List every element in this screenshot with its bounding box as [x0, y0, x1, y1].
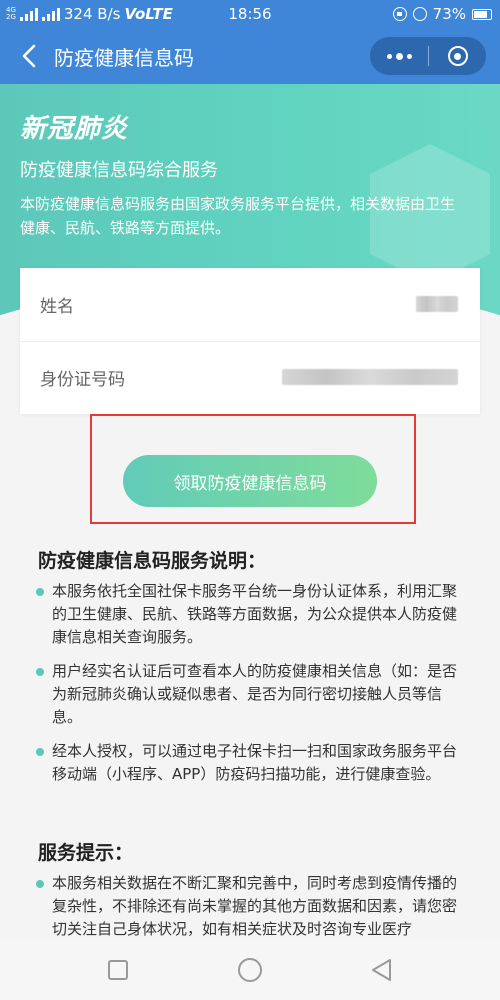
alarm-icon [412, 7, 427, 21]
target-dot [454, 52, 461, 60]
target-circle-icon [447, 46, 468, 66]
page-title: 防疫健康信息码 [54, 46, 194, 70]
list-item-text: 本服务依托全国社保卡服务平台统一身份认证体系，利用汇聚的卫生健康、民航、铁路等方… [52, 582, 458, 646]
nav-bar: 防疫健康信息码 [0, 28, 500, 84]
square-icon [108, 960, 128, 980]
id-number-field[interactable]: 身份证号码 [20, 341, 480, 414]
more-dots-icon-mid [395, 52, 403, 60]
list-item: 用户经实名认证后可查看本人的防疫健康相关信息（如：是否为新冠肺炎确认或疑似患者、… [36, 660, 466, 732]
name-label: 姓名 [40, 297, 74, 317]
hero-title: 新冠肺炎 [20, 114, 129, 144]
status-right: 73% [392, 5, 492, 23]
get-health-code-button[interactable]: 领取防疫健康信息码 [123, 455, 377, 507]
hero-description: 本防疫健康信息码服务由国家政务服务平台提供，相关数据由卫生健康、民航、铁路等方面… [20, 195, 456, 237]
more-dots-icon [386, 53, 392, 59]
identity-card: 姓名 身份证号码 [20, 268, 480, 414]
name-field[interactable]: 姓名 [20, 268, 480, 342]
list-item: 经本人授权，可以通过电子社保卡扫一扫和国家政务服务平台移动端（小程序、APP）防… [36, 740, 466, 812]
bullet-dot-icon [36, 880, 44, 888]
home-button[interactable] [236, 956, 264, 984]
system-back-button[interactable] [368, 956, 396, 984]
chevron-left-icon [22, 44, 36, 68]
bullet-dot-icon [36, 668, 44, 676]
system-nav-bar [0, 940, 500, 1000]
hero-subtitle: 防疫健康信息码综合服务 [20, 160, 218, 181]
list-item-text: 经本人授权，可以通过电子社保卡扫一扫和国家政务服务平台移动端（小程序、APP）防… [52, 742, 458, 783]
close-mini-program-button[interactable] [429, 37, 486, 75]
bullet-dot-icon [36, 748, 44, 756]
list-item-text: 本服务相关数据在不断汇聚和完善中，同时考虑到疫情传播的复杂性，不排除还有尚未掌握… [52, 874, 458, 938]
more-button[interactable] [370, 37, 428, 75]
id-number-label: 身份证号码 [40, 370, 125, 390]
list-item: 本服务相关数据在不断汇聚和完善中，同时考虑到疫情传播的复杂性，不排除还有尚未掌握… [36, 872, 466, 942]
id-number-value-redacted [282, 369, 458, 385]
mini-program-capsule [370, 37, 486, 75]
name-value-redacted [416, 296, 458, 312]
list-item: 本服务依托全国社保卡服务平台统一身份认证体系，利用汇聚的卫生健康、民航、铁路等方… [36, 580, 466, 652]
list-item-text: 用户经实名认证后可查看本人的防疫健康相关信息（如：是否为新冠肺炎确认或疑似患者、… [52, 662, 458, 726]
more-dots-icon-end [406, 53, 412, 59]
service-tips-title: 服务提示： [38, 842, 134, 864]
battery-percent: 73% [432, 5, 466, 23]
recent-apps-button[interactable] [104, 956, 132, 984]
rotation-lock-icon [392, 7, 407, 21]
circle-icon [238, 958, 262, 982]
service-description-title: 防疫健康信息码服务说明： [38, 550, 267, 572]
back-button[interactable] [16, 42, 44, 70]
status-bar: 4G 2G 324 B/s VoLTE 18:56 73% [0, 0, 500, 28]
bullet-dot-icon [36, 588, 44, 596]
battery-icon [472, 8, 492, 20]
triangle-left-icon [372, 959, 391, 981]
